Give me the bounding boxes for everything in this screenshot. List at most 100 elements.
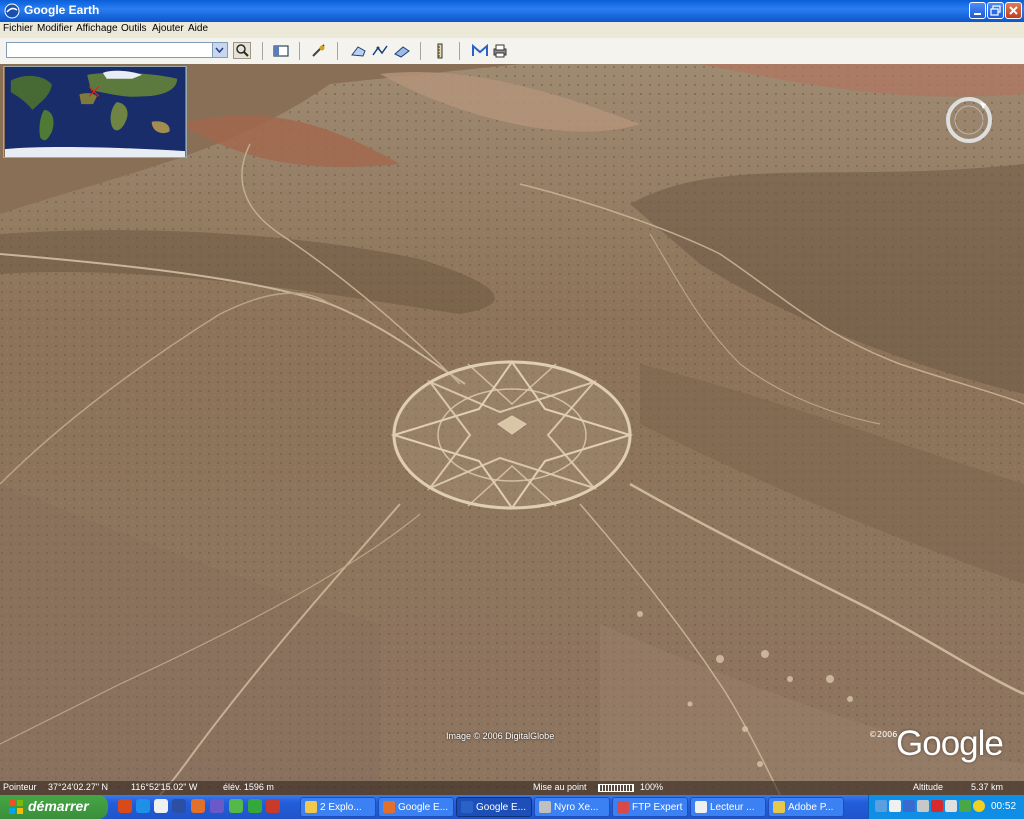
menu-aide[interactable]: Aide: [188, 23, 208, 34]
restore-icon: [990, 5, 1001, 16]
search-input[interactable]: [6, 42, 228, 58]
tray-icon[interactable]: [903, 800, 915, 812]
antivirus-icon[interactable]: [931, 800, 943, 812]
app-green-icon[interactable]: [248, 799, 262, 813]
task-label: Lecteur ...: [710, 802, 755, 813]
toolbar-separator: [420, 42, 421, 60]
tray-icon[interactable]: [945, 800, 957, 812]
close-button[interactable]: [1005, 2, 1022, 19]
search-icon: [236, 44, 249, 57]
add-overlay-button[interactable]: [393, 42, 411, 59]
task-nyro[interactable]: Nyro Xe...: [534, 797, 610, 817]
ruler-button[interactable]: [431, 42, 449, 59]
firefox-icon[interactable]: [191, 799, 205, 813]
start-button[interactable]: démarrer: [0, 795, 108, 819]
print-icon: [493, 44, 507, 58]
task-explorer[interactable]: 2 Explo...: [300, 797, 376, 817]
path-icon: [372, 45, 388, 56]
tray-icon[interactable]: [959, 800, 971, 812]
messenger-icon[interactable]: [154, 799, 168, 813]
google-earth-icon: [461, 801, 473, 813]
task-label: Google E...: [476, 802, 527, 813]
overlay-icon: [394, 46, 410, 58]
ftp-icon: [617, 801, 629, 813]
title-bar: Google Earth: [0, 0, 1024, 22]
folder-icon: [305, 801, 317, 813]
map-viewport[interactable]: Image © 2006 DigitalGlobe ©2006 Google: [0, 64, 1024, 795]
task-lecteur[interactable]: Lecteur ...: [690, 797, 766, 817]
altitude-label: Altitude: [913, 782, 944, 792]
navigation-compass[interactable]: [943, 94, 995, 146]
sidebar-toggle-button[interactable]: [272, 42, 290, 59]
satellite-terrain: [0, 64, 1024, 795]
adobe-icon: [773, 801, 785, 813]
polygon-icon: [351, 46, 366, 57]
menu-affichage[interactable]: Affichage: [76, 23, 118, 34]
email-icon: [472, 43, 488, 56]
task-google-earth-2[interactable]: Google E...: [456, 797, 532, 817]
opera-icon[interactable]: [118, 799, 132, 813]
toolbar-separator: [459, 42, 460, 60]
logo-copyright: ©2006: [869, 730, 898, 739]
clock: 00:52: [991, 801, 1017, 812]
task-label: FTP Expert: [632, 802, 683, 813]
start-label: démarrer: [28, 798, 89, 814]
network-tray-icon[interactable]: [875, 800, 887, 812]
task-label: Google E...: [398, 802, 449, 813]
system-tray: 00:52: [868, 795, 1024, 819]
menu-modifier[interactable]: Modifier: [37, 23, 73, 34]
close-icon: [1009, 6, 1018, 15]
chevron-down-icon: [215, 47, 224, 54]
sidebar-icon: [273, 45, 289, 57]
imagery-attribution: Image © 2006 DigitalGlobe: [446, 731, 555, 741]
task-adobe[interactable]: Adobe P...: [768, 797, 844, 817]
toolbar-separator: [262, 42, 263, 60]
longitude-readout: 116°52'15.02" W: [131, 782, 198, 792]
ruler-icon: [437, 43, 443, 59]
task-label: Nyro Xe...: [554, 802, 599, 813]
menu-outils[interactable]: Outils: [121, 23, 147, 34]
placemark-tool-button[interactable]: [310, 42, 328, 59]
network-icon[interactable]: [229, 799, 243, 813]
task-label: Adobe P...: [788, 802, 834, 813]
streaming-progress: [598, 784, 634, 792]
menu-ajouter[interactable]: Ajouter: [152, 23, 184, 34]
minimize-button[interactable]: [969, 2, 986, 19]
ie-icon[interactable]: [136, 799, 150, 813]
add-path-button[interactable]: [371, 42, 389, 59]
search-button[interactable]: [233, 42, 251, 59]
add-placemark-button[interactable]: [350, 42, 368, 59]
streaming-percent: 100%: [640, 782, 664, 792]
print-button[interactable]: [491, 42, 509, 59]
altitude-readout: 5.37 km: [971, 782, 1004, 792]
overview-map[interactable]: [3, 66, 187, 158]
firefox-icon: [383, 801, 395, 813]
tray-icon[interactable]: [889, 800, 901, 812]
messenger-status-icon[interactable]: [973, 800, 985, 812]
windows-flag-icon: [9, 800, 23, 814]
task-ftp-expert[interactable]: FTP Expert: [612, 797, 688, 817]
explorer-icon[interactable]: [172, 799, 186, 813]
task-google-earth-1[interactable]: Google E...: [378, 797, 454, 817]
app-red-icon[interactable]: [266, 799, 280, 813]
status-bar: Pointeur 37°24'02.27" N 116°52'15.02" W …: [0, 781, 1024, 795]
menu-fichier[interactable]: Fichier: [3, 23, 33, 34]
toolbar-separator: [299, 42, 300, 60]
google-earth-icon: [4, 3, 20, 19]
pointer-label: Pointeur: [3, 782, 37, 792]
latitude-readout: 37°24'02.27" N: [48, 782, 109, 792]
restore-button[interactable]: [987, 2, 1004, 19]
minimize-icon: [974, 13, 981, 15]
toolbar: [0, 38, 1024, 65]
nyro-icon: [539, 801, 551, 813]
google-logo: Google: [896, 724, 1004, 763]
menu-bar: Fichier Modifier Affichage Outils Ajoute…: [0, 22, 1024, 38]
tray-icon[interactable]: [917, 800, 929, 812]
task-label: 2 Explo...: [320, 802, 362, 813]
elevation-readout: élév. 1596 m: [223, 782, 274, 792]
app-quicklaunch-icon[interactable]: [210, 799, 224, 813]
email-button[interactable]: [471, 42, 489, 59]
search-dropdown-button[interactable]: [212, 43, 227, 57]
toolbar-separator: [337, 42, 338, 60]
taskbar: démarrer 2 Explo... Google E... Google E…: [0, 795, 1024, 819]
